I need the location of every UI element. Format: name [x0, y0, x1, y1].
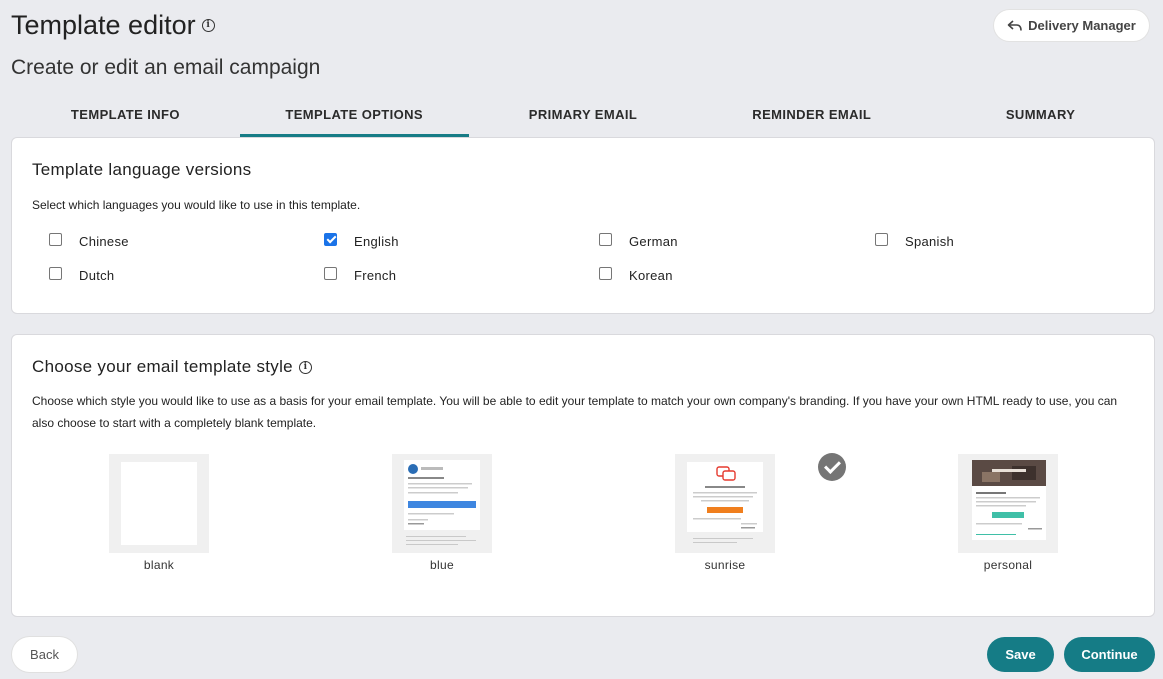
language-chinese[interactable]: Chinese: [49, 231, 324, 251]
language-label: French: [354, 267, 397, 283]
template-name: blank: [143, 558, 175, 572]
info-icon[interactable]: i: [298, 360, 312, 374]
page-subtitle: Create or edit an email campaign: [11, 56, 321, 79]
page-title-text: Template editor: [11, 10, 196, 40]
template-name: personal: [983, 558, 1033, 572]
checkbox[interactable]: [49, 232, 62, 246]
language-versions-description: Select which languages you would like to…: [32, 198, 361, 212]
info-icon[interactable]: i: [201, 19, 215, 32]
template-style-description: Choose which style you would like to use…: [32, 394, 1118, 430]
save-button[interactable]: Save: [987, 637, 1054, 672]
language-versions-card: Template language versions Select which …: [11, 137, 1155, 314]
checkbox[interactable]: [49, 266, 62, 280]
language-french[interactable]: French: [324, 265, 599, 285]
tab-template-info[interactable]: TEMPLATE INFO: [11, 95, 240, 137]
tab-primary-email[interactable]: PRIMARY EMAIL: [469, 95, 698, 137]
logo-icon: [408, 464, 476, 525]
language-label: Chinese: [79, 233, 129, 249]
template-name: blue: [430, 558, 454, 572]
template-option-blue[interactable]: blue: [392, 454, 492, 572]
delivery-manager-label: Delivery Manager: [1028, 18, 1136, 33]
back-button[interactable]: Back: [12, 637, 77, 672]
template-thumbnail[interactable]: [958, 454, 1058, 553]
checkbox[interactable]: [324, 266, 337, 280]
checkbox[interactable]: [599, 266, 612, 280]
language-german[interactable]: German: [599, 231, 875, 251]
language-list: Chinese English German Spanish Dutch Fre…: [49, 231, 1149, 285]
language-dutch[interactable]: Dutch: [49, 265, 324, 285]
template-option-blank[interactable]: blank: [109, 454, 209, 572]
template-option-sunrise[interactable]: sunrise: [675, 454, 775, 572]
tab-template-options[interactable]: TEMPLATE OPTIONS: [239, 95, 469, 137]
language-spanish[interactable]: Spanish: [875, 231, 1150, 251]
template-thumbnail[interactable]: [675, 454, 775, 553]
template-thumbnail[interactable]: [109, 454, 209, 553]
language-label: German: [629, 233, 678, 249]
language-label: Spanish: [905, 233, 955, 249]
language-english[interactable]: English: [324, 231, 599, 251]
tab-bar: TEMPLATE INFO TEMPLATE OPTIONS PRIMARY E…: [11, 95, 1155, 137]
language-label: Dutch: [79, 267, 115, 283]
reply-arrow-icon: [1007, 19, 1022, 31]
chat-bubbles-icon: [693, 466, 757, 529]
template-thumbnail[interactable]: [392, 454, 492, 553]
template-style-title: Choose your email template style i: [32, 357, 312, 377]
template-option-personal[interactable]: personal: [958, 454, 1058, 572]
photo-header-icon: [972, 460, 1046, 535]
checkbox[interactable]: [324, 232, 337, 246]
template-name: sunrise: [704, 558, 746, 572]
template-style-card: Choose your email template style i Choos…: [11, 334, 1155, 617]
tab-reminder-email[interactable]: REMINDER EMAIL: [697, 95, 926, 137]
template-style-title-text: Choose your email template style: [32, 357, 293, 376]
selected-check-icon: [818, 453, 846, 481]
tab-summary[interactable]: SUMMARY: [926, 95, 1155, 137]
page-title: Template editor i: [11, 10, 215, 41]
continue-button[interactable]: Continue: [1064, 637, 1155, 672]
language-korean[interactable]: Korean: [599, 265, 875, 285]
language-label: Korean: [629, 267, 673, 283]
checkbox[interactable]: [875, 232, 888, 246]
language-versions-title: Template language versions: [32, 160, 252, 179]
delivery-manager-button[interactable]: Delivery Manager: [994, 10, 1149, 41]
checkbox[interactable]: [599, 232, 612, 246]
language-label: English: [354, 233, 399, 249]
